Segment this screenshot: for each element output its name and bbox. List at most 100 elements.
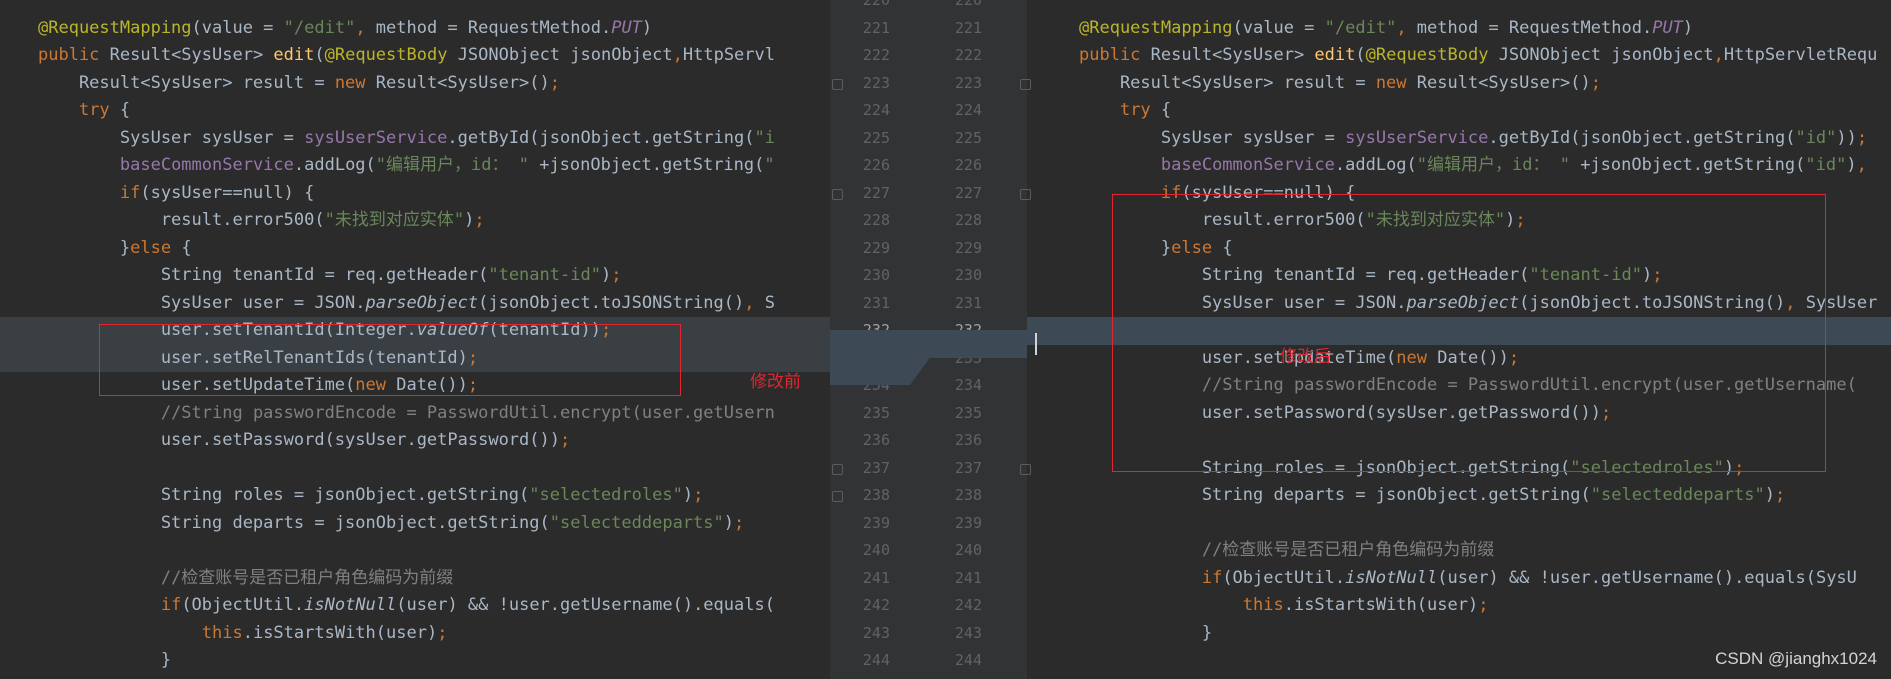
code-text: result.error500("未找到对应实体"); (38, 210, 485, 230)
code-text: user.setPassword(sysUser.getPassword()); (38, 430, 571, 450)
line-number: 220 (954, 0, 982, 9)
code-line[interactable]: String tenantId = req.getHeader("tenant-… (0, 262, 830, 290)
code-text: if(sysUser==null) { (119, 182, 315, 203)
code-line[interactable]: SysUser sysUser = sysUserService.getById… (1027, 125, 1891, 153)
fold-marker-icon[interactable] (1020, 78, 1031, 90)
fold-marker-icon[interactable] (832, 78, 843, 90)
after-change-box (1112, 194, 1826, 472)
code-text: try { (78, 100, 131, 120)
code-line[interactable]: Result<SysUser> result = new Result<SysU… (0, 70, 830, 98)
code-line[interactable]: this.isStartsWith(user); (0, 620, 830, 648)
code-text: //检查账号是否已租户角色编码为前缀 (160, 567, 454, 588)
line-number: 226 (862, 156, 890, 174)
fold-marker-icon[interactable] (1020, 463, 1031, 475)
watermark: CSDN @jianghx1024 (1715, 649, 1877, 668)
code-line[interactable]: baseCommonService.addLog("编辑用户，id： " +js… (0, 152, 830, 180)
line-number: 226 (954, 156, 982, 174)
code-line[interactable]: SysUser sysUser = sysUserService.getById… (0, 125, 830, 153)
code-line[interactable]: public Result<SysUser> edit(@RequestBody… (1027, 42, 1891, 70)
code-text: SysUser sysUser = sysUserService.getById… (1079, 127, 1868, 148)
code-text: }else { (38, 237, 192, 258)
line-number: 240 (862, 541, 890, 559)
code-text: public Result<SysUser> edit(@RequestBody… (1079, 45, 1878, 65)
line-number: 222 (954, 46, 982, 64)
code-text: String departs = jsonObject.getString("s… (1079, 485, 1786, 505)
code-text: } (38, 650, 172, 670)
line-number: 222 (862, 46, 890, 64)
code-line[interactable]: user.setPassword(sysUser.getPassword()); (0, 427, 830, 455)
line-number: 228 (954, 211, 982, 229)
code-line[interactable]: //检查账号是否已租户角色编码为前缀 (0, 565, 830, 593)
code-line[interactable]: //检查账号是否已租户角色编码为前缀 (1027, 537, 1891, 565)
code-line[interactable]: String roles = jsonObject.getString("sel… (0, 482, 830, 510)
before-change-box (99, 324, 681, 396)
code-text: Result<SysUser> result = new Result<SysU… (1079, 72, 1602, 93)
code-text: SysUser user = JSON.parseObject(jsonObje… (38, 292, 775, 313)
code-line[interactable]: try { (0, 97, 830, 125)
code-line[interactable]: baseCommonService.addLog("编辑用户，id： " +js… (1027, 152, 1891, 180)
code-line[interactable]: try { (1027, 97, 1891, 125)
code-line[interactable]: if(ObjectUtil.isNotNull(user) && !user.g… (1027, 565, 1891, 593)
code-line[interactable] (1027, 510, 1891, 538)
code-text: this.isStartsWith(user); (201, 622, 448, 643)
code-line[interactable]: if(sysUser==null) { (0, 180, 830, 208)
line-number: 228 (862, 211, 890, 229)
code-line[interactable]: }else { (0, 235, 830, 263)
line-number: 235 (954, 403, 982, 422)
code-text: if(ObjectUtil.isNotNull(user) && !user.g… (160, 595, 775, 615)
code-line[interactable]: } (1027, 620, 1891, 648)
fold-marker-icon[interactable] (832, 463, 843, 475)
code-text: baseCommonService.addLog("编辑用户，id： " +js… (1160, 155, 1867, 175)
code-text: baseCommonService.addLog("编辑用户，id： " +js… (119, 155, 775, 175)
fold-marker-icon[interactable] (1020, 188, 1031, 200)
text-caret (1035, 333, 1037, 355)
code-text: try { (1119, 100, 1172, 120)
code-line[interactable]: } (0, 647, 830, 675)
line-number: 231 (954, 293, 982, 312)
before-label: 修改前 (750, 372, 801, 392)
code-text: } (1079, 622, 1213, 643)
code-line[interactable]: Result<SysUser> result = new Result<SysU… (1027, 70, 1891, 98)
code-line[interactable] (0, 537, 830, 565)
line-number: 235 (862, 403, 890, 422)
code-line[interactable]: String departs = jsonObject.getString("s… (0, 510, 830, 538)
line-number: 230 (862, 266, 890, 284)
code-text: //String passwordEncode = PasswordUtil.e… (160, 402, 775, 423)
line-number: 236 (862, 431, 890, 449)
code-line[interactable]: public Result<SysUser> edit(@RequestBody… (0, 42, 830, 70)
code-text: @RequestMapping(value = "/edit", method … (38, 17, 653, 38)
fold-marker-icon[interactable] (832, 188, 843, 200)
line-number: 229 (954, 238, 982, 257)
line-number: 230 (954, 266, 982, 284)
diff-change-connector (830, 330, 1027, 385)
line-number: 223 (954, 73, 982, 92)
line-number: 220 (862, 0, 890, 9)
line-number: 238 (954, 486, 982, 504)
line-number: 242 (862, 596, 890, 614)
line-number: 231 (862, 293, 890, 312)
code-text: SysUser sysUser = sysUserService.getById… (38, 127, 775, 148)
code-line[interactable]: @RequestMapping(value = "/edit", method … (1027, 15, 1891, 43)
line-number: 243 (954, 623, 982, 642)
code-line[interactable]: if(ObjectUtil.isNotNull(user) && !user.g… (0, 592, 830, 620)
code-line[interactable]: //String passwordEncode = PasswordUtil.e… (0, 400, 830, 428)
line-number: 244 (954, 651, 982, 669)
code-text: if(ObjectUtil.isNotNull(user) && !user.g… (1201, 567, 1857, 588)
code-line[interactable] (0, 0, 830, 15)
line-number: 227 (954, 183, 982, 202)
code-line[interactable]: SysUser user = JSON.parseObject(jsonObje… (0, 290, 830, 318)
code-line[interactable]: this.isStartsWith(user); (1027, 592, 1891, 620)
line-number: 237 (954, 458, 982, 477)
code-text: //检查账号是否已租户角色编码为前缀 (1201, 540, 1495, 560)
fold-marker-icon[interactable] (832, 491, 843, 502)
code-line[interactable] (1027, 0, 1891, 15)
line-number: 244 (862, 651, 890, 669)
code-line[interactable]: @RequestMapping(value = "/edit", method … (0, 15, 830, 43)
code-line[interactable] (0, 455, 830, 483)
line-number: 224 (862, 101, 890, 119)
line-number: 225 (862, 128, 890, 147)
line-number: 239 (862, 513, 890, 532)
line-number: 240 (954, 541, 982, 559)
code-line[interactable]: String departs = jsonObject.getString("s… (1027, 482, 1891, 510)
code-line[interactable]: result.error500("未找到对应实体"); (0, 207, 830, 235)
